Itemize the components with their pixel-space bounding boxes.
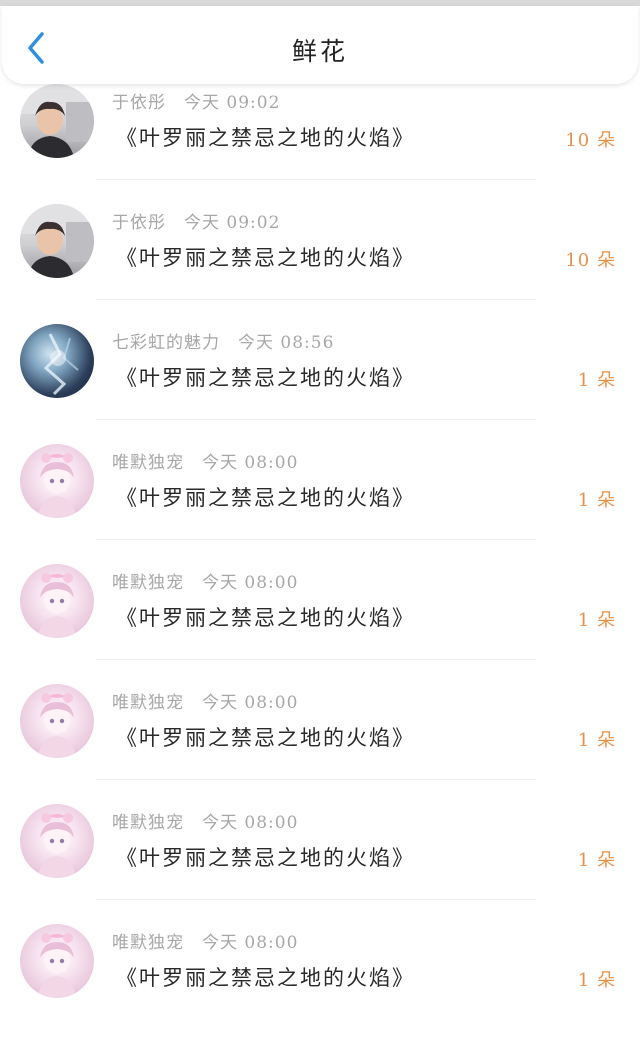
book-title: 《叶罗丽之禁忌之地的火焰》 bbox=[116, 606, 415, 630]
flower-count: 1 朵 bbox=[577, 490, 616, 511]
page-title: 鲜花 bbox=[291, 37, 348, 66]
row-meta: 唯默独宠 今天 08:00 bbox=[112, 448, 298, 473]
flower-count: 1 朵 bbox=[577, 370, 616, 391]
send-time: 今天 09:02 bbox=[184, 93, 281, 113]
list-item[interactable]: 唯默独宠 今天 08:00 《叶罗丽之禁忌之地的火焰》 1 朵 bbox=[0, 804, 640, 924]
avatar[interactable] bbox=[20, 924, 94, 998]
flower-count: 1 朵 bbox=[577, 850, 616, 871]
sender-name: 于依彤 bbox=[112, 93, 166, 113]
row-meta: 唯默独宠 今天 08:00 bbox=[112, 688, 298, 713]
send-time: 今天 08:00 bbox=[202, 693, 299, 713]
sender-name: 唯默独宠 bbox=[112, 573, 184, 593]
send-time: 今天 09:02 bbox=[184, 213, 281, 233]
avatar[interactable] bbox=[20, 204, 94, 278]
avatar[interactable] bbox=[20, 564, 94, 638]
flower-count: 10 朵 bbox=[565, 250, 616, 271]
avatar[interactable] bbox=[20, 84, 94, 158]
person-photo-icon bbox=[20, 204, 94, 278]
flower-count: 1 朵 bbox=[577, 970, 616, 991]
book-title: 《叶罗丽之禁忌之地的火焰》 bbox=[116, 846, 415, 870]
avatar[interactable] bbox=[20, 324, 94, 398]
row-meta: 于依彤 今天 09:02 bbox=[112, 208, 280, 233]
gift-list[interactable]: 于依彤 今天 09:02 《叶罗丽之禁忌之地的火焰》 10 朵 于依彤 今天 09:… bbox=[0, 84, 640, 1044]
divider bbox=[96, 299, 536, 300]
anime-girl-icon bbox=[38, 573, 76, 638]
list-item[interactable]: 唯默独宠 今天 08:00 《叶罗丽之禁忌之地的火焰》 1 朵 bbox=[0, 564, 640, 684]
person-photo-icon bbox=[20, 84, 94, 158]
send-time: 今天 08:00 bbox=[202, 813, 299, 833]
flower-count: 10 朵 bbox=[565, 130, 616, 151]
book-title: 《叶罗丽之禁忌之地的火焰》 bbox=[116, 966, 415, 990]
book-title: 《叶罗丽之禁忌之地的火焰》 bbox=[116, 726, 415, 750]
book-title: 《叶罗丽之禁忌之地的火焰》 bbox=[116, 366, 415, 390]
send-time: 今天 08:56 bbox=[238, 333, 335, 353]
book-title: 《叶罗丽之禁忌之地的火焰》 bbox=[116, 246, 415, 270]
row-meta: 唯默独宠 今天 08:00 bbox=[112, 808, 298, 833]
nav-header: 鲜花 bbox=[2, 6, 638, 84]
flower-count: 1 朵 bbox=[577, 610, 616, 631]
book-title: 《叶罗丽之禁忌之地的火焰》 bbox=[116, 486, 415, 510]
anime-girl-icon bbox=[38, 693, 76, 758]
sender-name: 唯默独宠 bbox=[112, 693, 184, 713]
list-item[interactable]: 七彩虹的魅力 今天 08:56 《叶罗丽之禁忌之地的火焰》 1 朵 bbox=[0, 324, 640, 444]
send-time: 今天 08:00 bbox=[202, 933, 299, 953]
divider bbox=[96, 419, 536, 420]
sender-name: 于依彤 bbox=[112, 213, 166, 233]
divider bbox=[96, 539, 536, 540]
anime-girl-icon bbox=[38, 933, 76, 998]
artwork-icon bbox=[43, 333, 79, 396]
list-item[interactable]: 于依彤 今天 09:02 《叶罗丽之禁忌之地的火焰》 10 朵 bbox=[0, 204, 640, 324]
row-meta: 七彩虹的魅力 今天 08:56 bbox=[112, 328, 334, 353]
avatar[interactable] bbox=[20, 804, 94, 878]
list-item[interactable]: 唯默独宠 今天 08:00 《叶罗丽之禁忌之地的火焰》 1 朵 bbox=[0, 444, 640, 564]
divider bbox=[96, 779, 536, 780]
book-title: 《叶罗丽之禁忌之地的火焰》 bbox=[116, 126, 415, 150]
divider bbox=[96, 179, 536, 180]
row-meta: 唯默独宠 今天 08:00 bbox=[112, 928, 298, 953]
sender-name: 唯默独宠 bbox=[112, 933, 184, 953]
send-time: 今天 08:00 bbox=[202, 453, 299, 473]
divider bbox=[96, 659, 536, 660]
sender-name: 七彩虹的魅力 bbox=[112, 333, 220, 353]
divider bbox=[96, 899, 536, 900]
send-time: 今天 08:00 bbox=[202, 573, 299, 593]
anime-girl-icon bbox=[38, 453, 76, 518]
anime-girl-icon bbox=[38, 813, 76, 878]
list-item[interactable]: 唯默独宠 今天 08:00 《叶罗丽之禁忌之地的火焰》 1 朵 bbox=[0, 684, 640, 804]
row-meta: 唯默独宠 今天 08:00 bbox=[112, 568, 298, 593]
avatar[interactable] bbox=[20, 444, 94, 518]
list-item[interactable]: 唯默独宠 今天 08:00 《叶罗丽之禁忌之地的火焰》 1 朵 bbox=[0, 924, 640, 1044]
row-meta: 于依彤 今天 09:02 bbox=[112, 88, 280, 113]
flower-count: 1 朵 bbox=[577, 730, 616, 751]
avatar[interactable] bbox=[20, 684, 94, 758]
sender-name: 唯默独宠 bbox=[112, 453, 184, 473]
sender-name: 唯默独宠 bbox=[112, 813, 184, 833]
list-item[interactable]: 于依彤 今天 09:02 《叶罗丽之禁忌之地的火焰》 10 朵 bbox=[0, 84, 640, 204]
